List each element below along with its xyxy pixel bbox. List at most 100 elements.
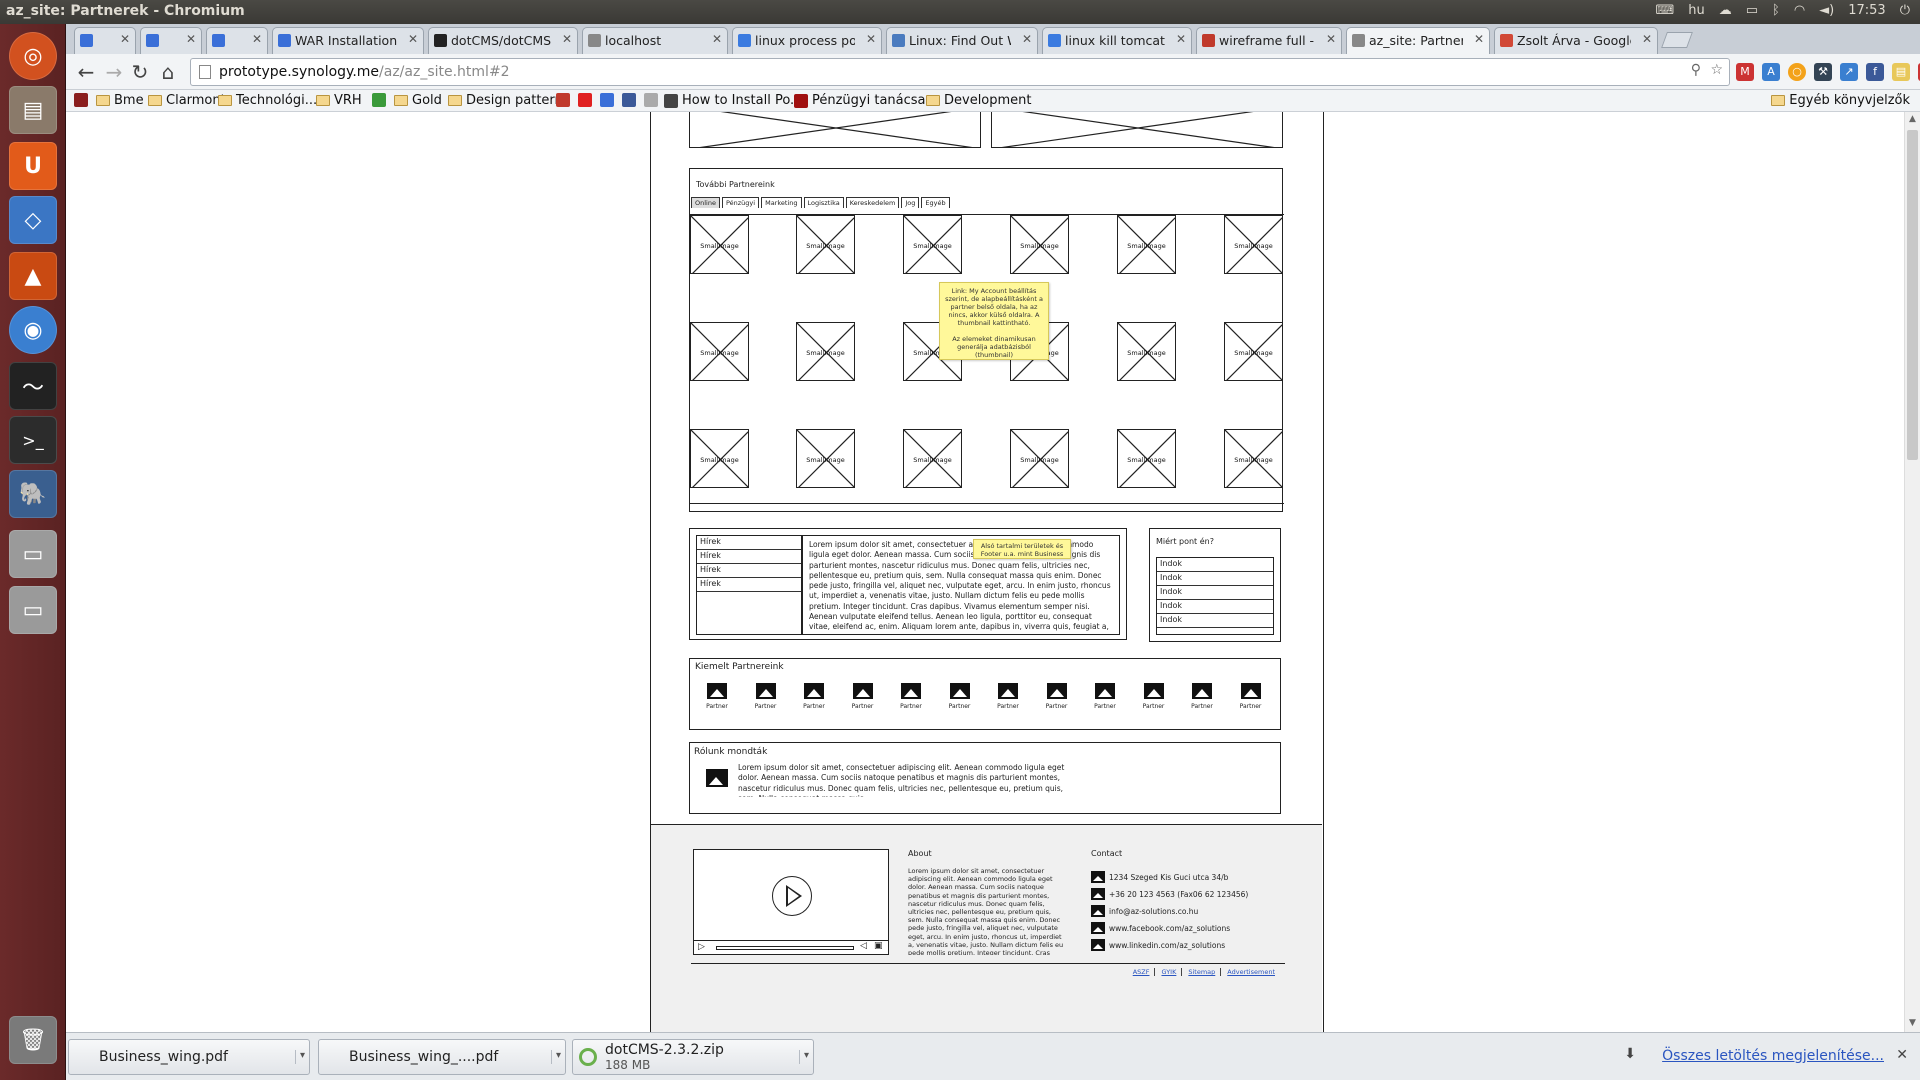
partner-thumbnail[interactable]: SmallImage (1117, 429, 1176, 488)
bookmark-item-12[interactable] (622, 93, 636, 107)
footer-link[interactable]: GYIK (1161, 968, 1183, 976)
tab-close-icon[interactable]: ✕ (1642, 32, 1652, 46)
featured-partner[interactable]: Partner (1090, 683, 1120, 710)
tab-7[interactable]: linux process port numb ✕ (732, 27, 882, 54)
tab-10[interactable]: wireframe full - laszlo.h ✕ (1196, 27, 1342, 54)
vlc-icon[interactable]: ▲ (9, 252, 57, 300)
category-tab-2[interactable]: Pénzügyi (721, 197, 760, 208)
tab-1[interactable]: ✕ (74, 27, 136, 54)
tab-close-icon[interactable]: ✕ (408, 32, 418, 46)
show-all-downloads-link[interactable]: Összes letöltés megjelenítése... (1662, 1048, 1884, 1064)
back-button[interactable]: ← (74, 60, 98, 84)
tab-9[interactable]: linux kill tomcat - Googl ✕ (1042, 27, 1192, 54)
download-menu-icon[interactable]: ▾ (550, 1050, 561, 1064)
share-ext-icon[interactable]: ↗ (1840, 63, 1858, 81)
bookmark-item-10[interactable] (578, 93, 592, 107)
category-tab-4[interactable]: Logisztika (803, 197, 844, 208)
tab-6[interactable]: localhost ✕ (582, 27, 728, 54)
footer-link[interactable]: ASZF (1133, 968, 1156, 976)
keyboard-icon[interactable]: ⌨ (1655, 3, 1674, 18)
cloud-icon[interactable]: ☁ (1719, 3, 1732, 18)
featured-partner[interactable]: Partner (751, 683, 781, 710)
reload-button[interactable]: ↻ (128, 60, 152, 84)
files-icon[interactable]: ▤ (9, 86, 57, 134)
play-icon[interactable] (772, 876, 812, 916)
category-tab-7[interactable]: Egyéb (921, 197, 950, 208)
video-play-button[interactable]: ▷ (698, 942, 705, 952)
partner-thumbnail[interactable]: SmallImage (903, 215, 962, 274)
featured-partner[interactable]: Partner (1042, 683, 1072, 710)
video-player[interactable]: ▷ ◁ ▣ (693, 849, 889, 955)
facebook-ext-icon[interactable]: f (1866, 63, 1884, 81)
power-icon[interactable]: ⏻ (1900, 3, 1910, 18)
tab-close-icon[interactable]: ✕ (186, 32, 196, 46)
featured-partner[interactable]: Partner (1236, 683, 1266, 710)
bookmark-item-2[interactable]: Bme (96, 93, 144, 108)
partner-thumbnail[interactable]: SmallImage (690, 429, 749, 488)
partner-thumbnail[interactable]: SmallImage (690, 322, 749, 381)
other-bookmarks[interactable]: Egyéb könyvjelzők (1771, 93, 1910, 108)
partner-thumbnail[interactable]: SmallImage (1010, 429, 1069, 488)
ubuntu-logo-icon[interactable]: ◎ (9, 32, 57, 80)
new-tab-button[interactable] (1661, 32, 1693, 48)
download-menu-icon[interactable]: ▾ (798, 1050, 809, 1064)
footer-link[interactable]: Sitemap (1188, 968, 1222, 976)
video-progress-bar[interactable] (716, 946, 854, 950)
tab-12[interactable]: Zsolt Árva - Google+ ✕ (1494, 27, 1658, 54)
partner-thumbnail[interactable]: SmallImage (796, 215, 855, 274)
bookmark-item-15[interactable]: Pénzügyi tanácsa... (794, 93, 938, 108)
home-button[interactable]: ⌂ (156, 60, 180, 84)
fullscreen-icon[interactable]: ▣ (874, 941, 883, 951)
address-bar[interactable]: prototype.synology.me/az/az_site.html#2 … (190, 58, 1730, 86)
tab-11[interactable]: az_site: Partnerek ✕ (1346, 27, 1490, 54)
clock[interactable]: 17:53 (1848, 3, 1885, 18)
tab-close-icon[interactable]: ✕ (120, 32, 130, 46)
search-icon[interactable]: ⚲ (1691, 62, 1701, 78)
keyboard-layout[interactable]: hu (1688, 3, 1704, 18)
featured-partner[interactable]: Partner (945, 683, 975, 710)
trash-icon[interactable]: 🗑 (9, 1016, 57, 1064)
download-item[interactable]: Business_wing_....pdf ▾ (318, 1039, 566, 1075)
volume-icon[interactable]: ◄) (1819, 3, 1834, 18)
category-tab-5[interactable]: Kereskedelem (845, 197, 900, 208)
partner-thumbnail[interactable]: SmallImage (1117, 322, 1176, 381)
translate-ext-icon[interactable]: A (1762, 63, 1780, 81)
system-monitor-icon[interactable]: 〜 (9, 362, 57, 410)
featured-partner[interactable]: Partner (1139, 683, 1169, 710)
tab-close-icon[interactable]: ✕ (866, 32, 876, 46)
partner-thumbnail[interactable]: SmallImage (1224, 429, 1283, 488)
volume-icon[interactable]: ◁ (860, 941, 867, 951)
chromium-icon[interactable]: ◉ (9, 306, 57, 354)
bookmark-item-7[interactable]: Gold (394, 93, 442, 108)
partner-thumbnail[interactable]: SmallImage (1010, 215, 1069, 274)
category-tab-1[interactable]: Online (691, 197, 720, 208)
featured-partner[interactable]: Partner (702, 683, 732, 710)
featured-partner[interactable]: Partner (993, 683, 1023, 710)
tab-2[interactable]: ✕ (140, 27, 202, 54)
download-item[interactable]: dotCMS-2.3.2.zip 188 MB ▾ (572, 1039, 814, 1075)
bookmark-star-icon[interactable]: ☆ (1710, 62, 1723, 78)
bookmark-item-11[interactable] (600, 93, 614, 107)
bookmark-item-13[interactable] (644, 93, 658, 107)
forward-button[interactable]: → (102, 60, 126, 84)
bookmark-item-3[interactable]: Clarmont (148, 93, 226, 108)
tab-5[interactable]: dotCMS/dotCMS ✕ (428, 27, 578, 54)
scroll-down-icon[interactable]: ▼ (1907, 1018, 1918, 1030)
bookmark-item-9[interactable] (556, 93, 570, 107)
tab-8[interactable]: Linux: Find Out Which P ✕ (886, 27, 1038, 54)
close-downloads-icon[interactable]: ✕ (1896, 1047, 1908, 1063)
featured-partner[interactable]: Partner (896, 683, 926, 710)
virtualbox-icon[interactable]: ◇ (9, 196, 57, 244)
bluetooth-icon[interactable]: ᛒ (1772, 3, 1780, 18)
news-item[interactable]: Hírek (697, 564, 801, 578)
ubuntu-one-icon[interactable]: U (9, 142, 57, 190)
tab-4[interactable]: WAR Installation - dotCMS ✕ (272, 27, 424, 54)
news-item[interactable]: Hírek (697, 536, 801, 550)
footer-link[interactable]: Advertisement (1227, 968, 1280, 976)
tool-ext-icon[interactable]: ⚒ (1814, 63, 1832, 81)
terminal-icon[interactable]: >_ (9, 416, 57, 464)
bookmark-item-8[interactable]: Design patterns (448, 93, 570, 108)
partner-thumbnail[interactable]: SmallImage (690, 215, 749, 274)
bookmark-item-14[interactable]: How to Install Po... (664, 93, 802, 108)
drive-icon[interactable]: ▭ (9, 530, 57, 578)
